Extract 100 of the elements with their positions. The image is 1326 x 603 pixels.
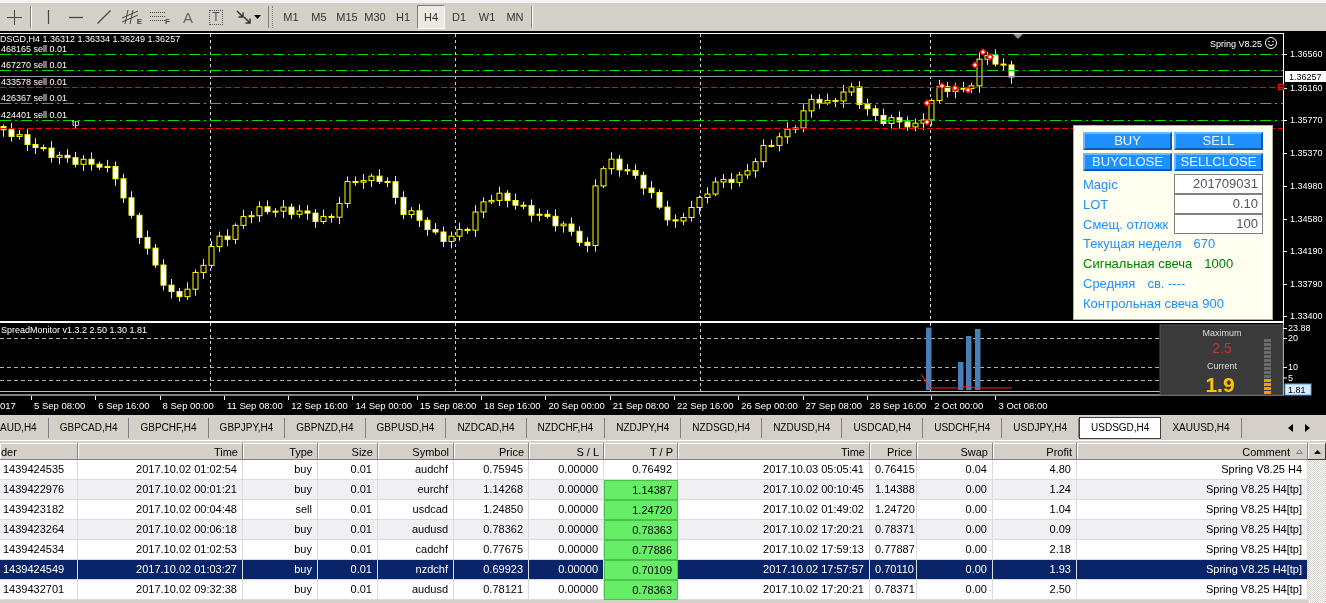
field-label: Magic (1083, 176, 1118, 192)
timeframe-button[interactable]: M1 (277, 5, 305, 29)
table-cell: 0.78121 (454, 580, 529, 600)
time-label: 21 Sep 08:00 (611, 400, 670, 411)
column-header[interactable]: T / P (604, 443, 678, 460)
column-header[interactable]: Type (243, 443, 318, 460)
table-cell: 0.01 (318, 580, 378, 600)
table-row[interactable]: 1439424535 2017.10.02 01:02:54 buy 0.01 audchf 0.75945 0.00000 0.76492 2017.10.03 05:05:41 0.76415 0.04 4.80 Spring V8.25 H4 (0, 460, 1308, 480)
scroll-left-icon[interactable] (1288, 424, 1293, 432)
chart-tab[interactable]: GBPCHF,H4 (129, 418, 209, 438)
table-row[interactable]: 1439423182 2017.10.02 00:04:48 sell 0.01 usdcad 1.24850 0.00000 1.24720 2017.10.02 01:49:02 1.24720 0.00 1.04 Spring V8.25 H4[tp] (0, 500, 1308, 520)
timeframe-button[interactable]: M30 (361, 5, 389, 29)
chart-tab[interactable]: NZDCHF,H4 (526, 418, 606, 438)
time-label: 8 Sep 00:00 (161, 400, 214, 411)
table-cell: 0.00 (917, 580, 993, 600)
column-header[interactable]: Symbol (378, 443, 454, 460)
dotted-lines-icon (150, 11, 167, 23)
trade-marker-icon (937, 81, 947, 91)
crosshair-icon (6, 9, 22, 25)
diagonal-line-icon (97, 10, 111, 24)
time-label: 22 Sep 16:00 (675, 400, 734, 411)
table-row[interactable]: 1439432701 2017.10.02 09:32:38 buy 0.01 audusd 0.78121 0.00000 0.78363 2017.10.02 17:20:21 0.78371 0.00 2.50 Spring V8.25 H4[tp] (0, 580, 1308, 600)
table-cell: 0.70109 (604, 560, 678, 580)
trade-marker-icon (978, 47, 988, 57)
time-label: 5 Sep 08:00 (33, 400, 86, 411)
chart-tab[interactable]: USDSGD,H4 (1079, 417, 1162, 439)
timeframe-button[interactable]: M15 (333, 5, 361, 29)
input-field[interactable]: 201709031 (1174, 174, 1263, 194)
trade-marker-icon (922, 117, 932, 127)
chart-tab[interactable]: GBPUSD,H4 (365, 418, 447, 438)
input-field[interactable]: 0.10 (1174, 194, 1263, 214)
price-axis-label: 1.35770 (1290, 115, 1323, 126)
time-label: 14 Sep 00:00 (354, 400, 412, 411)
timeframe-button[interactable]: H4 (417, 5, 445, 29)
timeframe-button[interactable]: H1 (389, 5, 417, 29)
time-label: 2 Oct 00:00 (933, 400, 984, 411)
chart-tab[interactable]: GBPJPY,H4 (208, 418, 286, 438)
timeframe-button[interactable]: MN (501, 5, 529, 29)
time-label: 12 Sep 16:00 (290, 400, 348, 411)
stat-value: св. ---- (1147, 275, 1186, 293)
time-label: 6 Sep 16:00 (97, 400, 150, 411)
column-header[interactable]: Swap (917, 443, 993, 460)
trade-marker-icon (922, 98, 932, 108)
column-header[interactable]: Comment (1077, 443, 1308, 460)
input-field[interactable]: 100 (1174, 214, 1263, 234)
table-cell: audusd (378, 580, 454, 600)
chart-tab[interactable]: AUD,H4 (0, 418, 49, 438)
time-label: 28 Sep 16:00 (868, 400, 927, 411)
time-label: 18 Sep 16:00 (483, 400, 541, 411)
time-label: 017 (0, 400, 16, 411)
table-row[interactable]: 1439422976 2017.10.02 00:01:21 buy 0.01 eurchf 1.14268 0.00000 1.14387 2017.10.02 00:10:45 1.14388 0.00 1.24 Spring V8.25 H4[tp] (0, 480, 1308, 500)
column-header[interactable]: Price (454, 443, 529, 460)
table-row[interactable]: 1439423264 2017.10.02 00:06:18 buy 0.01 audusd 0.78362 0.00000 0.78363 2017.10.02 17:20:21 0.78371 0.00 0.09 Spring V8.25 H4[tp] (0, 520, 1308, 540)
table-row[interactable]: 1439424549 2017.10.02 01:03:27 buy 0.01 nzdchf 0.69923 0.00000 0.70109 2017.10.02 17:57:57 0.70110 0.00 1.93 Spring V8.25 H4[tp] (0, 560, 1308, 580)
time-label: 26 Sep 00:00 (740, 400, 798, 411)
order-label: 424401 sell 0.01 (1, 109, 68, 120)
column-header[interactable]: Price (870, 443, 917, 460)
spread-bar (926, 327, 932, 390)
scroll-right-icon[interactable] (1305, 424, 1310, 432)
text-tool-button[interactable]: A (175, 5, 201, 29)
chart-tab[interactable]: NZDUSD,H4 (762, 418, 843, 438)
price-axis-label: 1.36560 (1290, 49, 1323, 60)
column-header[interactable]: der (0, 443, 78, 460)
label-tool-button[interactable]: T (203, 5, 229, 29)
timeframe-button[interactable]: M5 (305, 5, 333, 29)
chart-tab[interactable]: NZDJPY,H4 (605, 418, 682, 438)
time-label: 20 Sep 00:00 (547, 400, 605, 411)
chart-tab[interactable]: USDCAD,H4 (842, 418, 924, 438)
column-header[interactable]: Size (318, 443, 378, 460)
column-header[interactable]: S / L (529, 443, 604, 460)
column-header[interactable]: Time (678, 443, 870, 460)
price-axis-label: 1.34980 (1290, 181, 1323, 192)
order-label: 467270 sell 0.01 (1, 59, 68, 70)
table-cell: Spring V8.25 H4[tp] (1077, 580, 1308, 600)
vertical-line-icon (46, 10, 50, 24)
table-row[interactable]: 1439424534 2017.10.02 01:02:53 buy 0.01 cadchf 0.77675 0.00000 0.77886 2017.10.02 17:59:13 0.77887 0.00 2.18 Spring V8.25 H4[tp] (0, 540, 1308, 560)
chart-tab[interactable]: GBPNZD,H4 (285, 418, 366, 438)
column-header[interactable]: Profit (993, 443, 1077, 460)
order-label: 433578 sell 0.01 (1, 76, 68, 87)
table-cell: 0.78363 (604, 580, 678, 600)
smiley-icon (1265, 37, 1277, 49)
chart-tab[interactable]: NZDSGD,H4 (681, 418, 763, 438)
table-cell: 2017.10.02 17:20:21 (678, 580, 870, 600)
column-header[interactable]: Time (78, 443, 243, 460)
channel-tool-button[interactable]: E (119, 5, 145, 29)
current-spread-value: 1.9 (1205, 372, 1235, 396)
chart-tab[interactable]: GBPCAD,H4 (48, 418, 130, 438)
timeframe-button[interactable]: W1 (473, 5, 501, 29)
sort-arrow-icon (1296, 449, 1303, 454)
current-value-tag: 1.81 (1284, 383, 1312, 396)
chart-tab[interactable]: USDCHF,H4 (923, 418, 1003, 438)
scroll-up-button[interactable] (1308, 443, 1326, 460)
table-cell: 2017.10.02 09:32:38 (78, 580, 243, 600)
timeframe-button[interactable]: D1 (445, 5, 473, 29)
chart-tab[interactable]: NZDCAD,H4 (446, 418, 527, 438)
order-label: 426367 sell 0.01 (1, 92, 68, 103)
grid-tool-button[interactable]: F (147, 5, 173, 29)
stat-label: Сигнальная свеча (1083, 255, 1193, 273)
table-cell: 2.50 (993, 580, 1077, 600)
chart-tab[interactable]: XAUUSD,H4 (1161, 418, 1242, 438)
